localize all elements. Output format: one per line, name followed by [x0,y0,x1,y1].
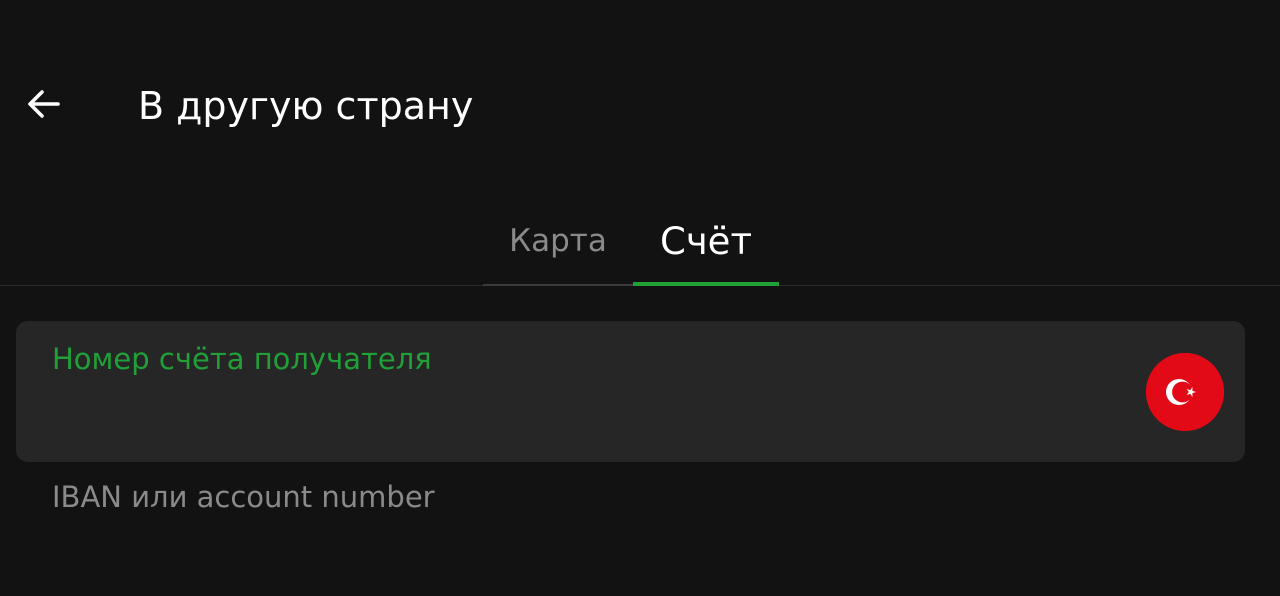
account-number-field[interactable]: Номер счёта получателя [16,321,1245,462]
country-selector-button[interactable] [1146,353,1224,431]
tab-card-label: Карта [509,223,607,259]
arrow-left-icon [28,90,60,118]
tab-account-label: Счёт [659,219,752,263]
account-number-helper-text: IBAN или account number [52,480,435,514]
page-title: В другую страну [138,84,474,128]
tab-card[interactable]: Карта [483,196,633,286]
transfer-abroad-screen: В другую страну Карта Счёт Номер счёта п… [0,0,1280,596]
tab-account-active-indicator [633,282,779,286]
transfer-type-tabs: Карта Счёт [0,196,1280,286]
turkey-flag-icon [1146,353,1224,431]
account-number-label: Номер счёта получателя [52,342,432,376]
tab-account[interactable]: Счёт [633,196,779,286]
back-button[interactable] [18,78,70,130]
tab-card-underline [483,284,633,286]
